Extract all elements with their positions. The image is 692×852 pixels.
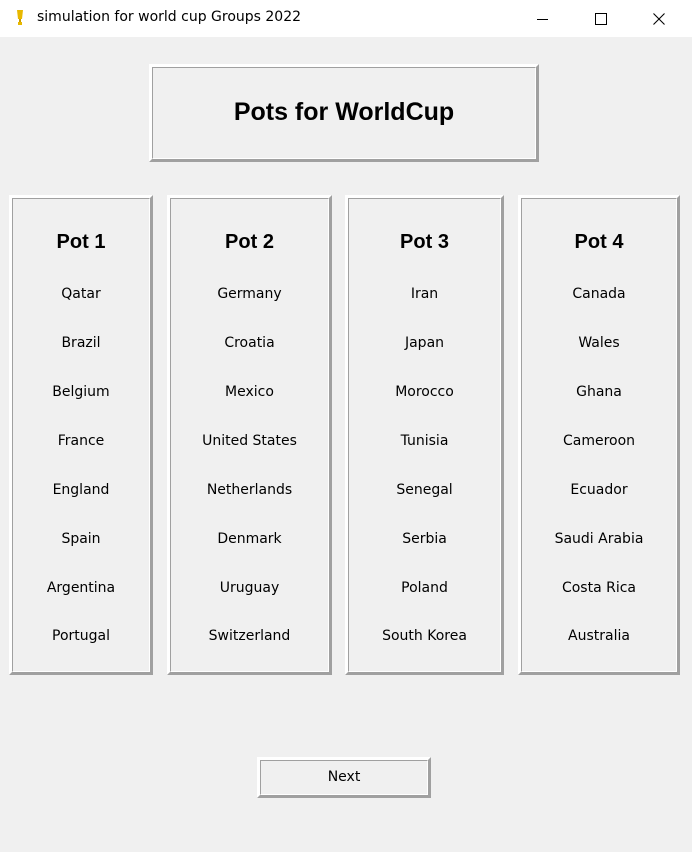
team-label: Mexico bbox=[225, 384, 274, 400]
team-label: Cameroon bbox=[562, 433, 636, 449]
team-label: Morocco bbox=[395, 384, 454, 400]
trophy-icon bbox=[14, 9, 26, 27]
next-button-label: Next bbox=[327, 769, 361, 785]
team-label: Switzerland bbox=[208, 628, 291, 644]
team-label: Ghana bbox=[576, 384, 622, 400]
team-label: Australia bbox=[568, 628, 630, 644]
header-frame: Pots for WorldCup bbox=[149, 64, 539, 162]
team-label: France bbox=[57, 433, 105, 449]
pot-title: Pot 1 bbox=[56, 231, 106, 253]
maximize-button[interactable] bbox=[578, 0, 624, 37]
team-label: Croatia bbox=[224, 335, 275, 351]
maximize-icon bbox=[595, 12, 607, 25]
team-label: Costa Rica bbox=[561, 580, 637, 596]
close-icon bbox=[653, 12, 665, 25]
pot-3-panel: Pot 3 Iran Japan Morocco Tunisia Senegal… bbox=[345, 195, 504, 675]
team-label: Spain bbox=[61, 531, 101, 547]
minimize-button[interactable] bbox=[520, 0, 566, 37]
team-label: Netherlands bbox=[206, 482, 293, 498]
window-title: simulation for world cup Groups 2022 bbox=[37, 9, 302, 25]
team-label: Japan bbox=[404, 335, 445, 351]
team-label: Tunisia bbox=[400, 433, 449, 449]
page-title: Pots for WorldCup bbox=[233, 98, 455, 126]
team-label: Germany bbox=[217, 286, 282, 302]
team-label: Iran bbox=[410, 286, 439, 302]
team-label: Qatar bbox=[61, 286, 101, 302]
team-label: England bbox=[52, 482, 110, 498]
team-label: Canada bbox=[572, 286, 626, 302]
close-button[interactable] bbox=[636, 0, 682, 37]
pot-1-panel: Pot 1 Qatar Brazil Belgium France Englan… bbox=[9, 195, 153, 675]
next-button[interactable]: Next bbox=[257, 757, 431, 798]
team-label: Uruguay bbox=[219, 580, 280, 596]
team-label: Saudi Arabia bbox=[554, 531, 644, 547]
team-label: Serbia bbox=[402, 531, 447, 547]
pot-title: Pot 3 bbox=[400, 231, 449, 253]
pot-2-panel: Pot 2 Germany Croatia Mexico United Stat… bbox=[167, 195, 332, 675]
team-label: Poland bbox=[401, 580, 448, 596]
team-label: Portugal bbox=[52, 628, 110, 644]
minimize-icon bbox=[537, 13, 549, 25]
team-label: Argentina bbox=[46, 580, 116, 596]
team-label: United States bbox=[202, 433, 297, 449]
team-label: Denmark bbox=[217, 531, 282, 547]
pot-title: Pot 2 bbox=[225, 231, 274, 253]
team-label: Wales bbox=[578, 335, 620, 351]
pot-title: Pot 4 bbox=[574, 231, 624, 253]
pot-4-panel: Pot 4 Canada Wales Ghana Cameroon Ecuado… bbox=[518, 195, 680, 675]
team-label: Senegal bbox=[396, 482, 453, 498]
app-window: simulation for world cup Groups 2022 Pot… bbox=[0, 0, 692, 852]
team-label: South Korea bbox=[382, 628, 467, 644]
team-label: Ecuador bbox=[570, 482, 628, 498]
team-label: Belgium bbox=[52, 384, 110, 400]
team-label: Brazil bbox=[61, 335, 101, 351]
title-bar[interactable]: simulation for world cup Groups 2022 bbox=[0, 0, 692, 37]
